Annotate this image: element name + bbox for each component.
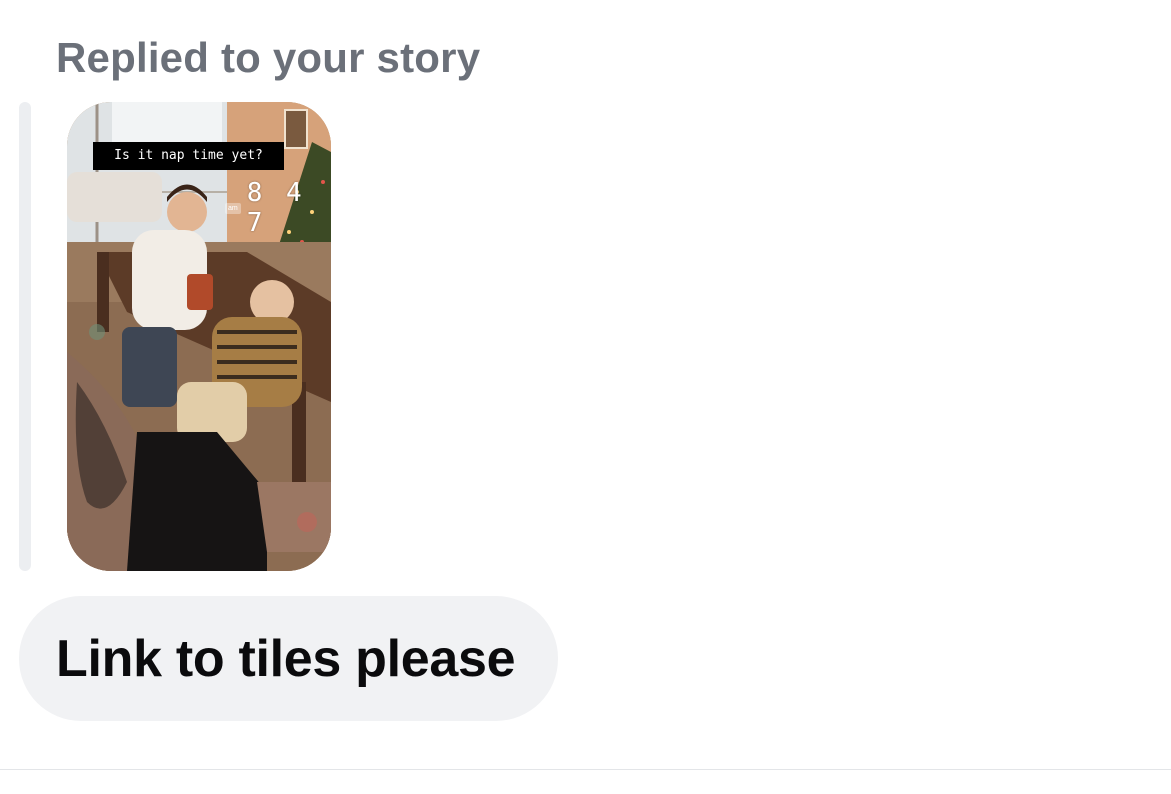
message-text: Link to tiles please (56, 629, 516, 688)
story-caption: Is it nap time yet? (93, 142, 284, 170)
story-clock-sticker: am 8 4 7 (225, 178, 331, 238)
story-photo (67, 102, 331, 571)
clock-time: 8 4 7 (246, 178, 306, 238)
clock-period: am (225, 202, 241, 214)
message-bubble[interactable]: Link to tiles please (19, 596, 558, 721)
bottom-divider (0, 769, 1171, 770)
replied-to-story-header: Replied to your story (56, 34, 481, 81)
story-thumbnail[interactable]: Is it nap time yet? am 8 4 7 (67, 102, 331, 571)
reply-quote-bar (19, 102, 31, 571)
